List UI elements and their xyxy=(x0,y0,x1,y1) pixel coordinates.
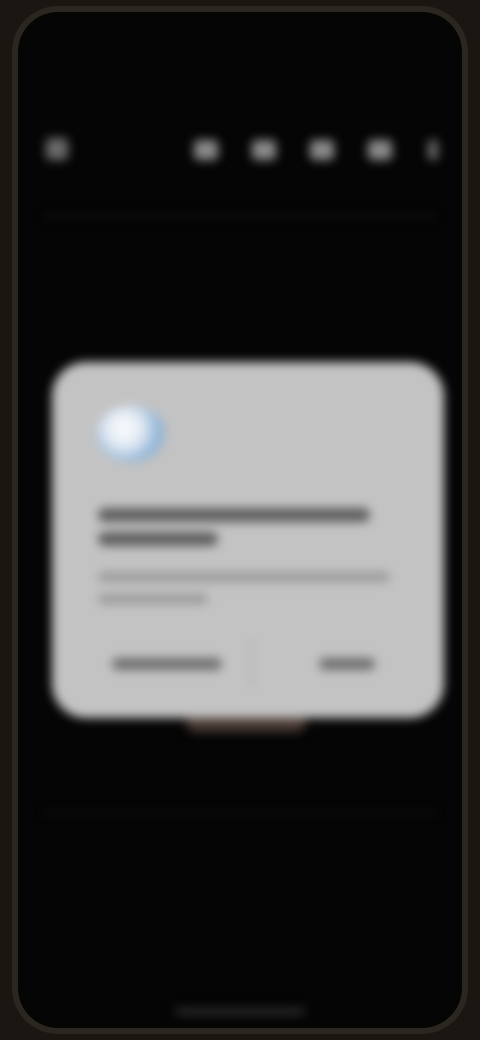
share-icon[interactable] xyxy=(368,140,392,160)
phone-frame xyxy=(12,6,468,1034)
status-bar xyxy=(18,12,462,48)
button-separator xyxy=(250,638,252,688)
dialog-body-line xyxy=(98,572,390,582)
dialog-title-line xyxy=(98,508,370,522)
app-icon xyxy=(96,406,166,462)
dialog-body-line xyxy=(98,594,208,604)
secondary-button-text-shape xyxy=(112,658,222,670)
text-format-icon[interactable] xyxy=(194,140,218,160)
dialog-title-line xyxy=(98,532,218,546)
divider xyxy=(42,216,438,217)
lower-divider xyxy=(42,812,438,813)
blurred-screen xyxy=(18,12,462,1028)
more-icon[interactable] xyxy=(428,140,438,160)
image-icon[interactable] xyxy=(310,140,334,160)
list-icon[interactable] xyxy=(252,140,276,160)
home-indicator[interactable] xyxy=(175,1009,305,1014)
primary-button-text-shape xyxy=(319,658,375,670)
toolbar xyxy=(18,130,462,170)
primary-button[interactable] xyxy=(272,652,422,676)
secondary-button[interactable] xyxy=(92,652,242,676)
dialog xyxy=(52,362,444,718)
back-icon[interactable] xyxy=(46,138,68,160)
